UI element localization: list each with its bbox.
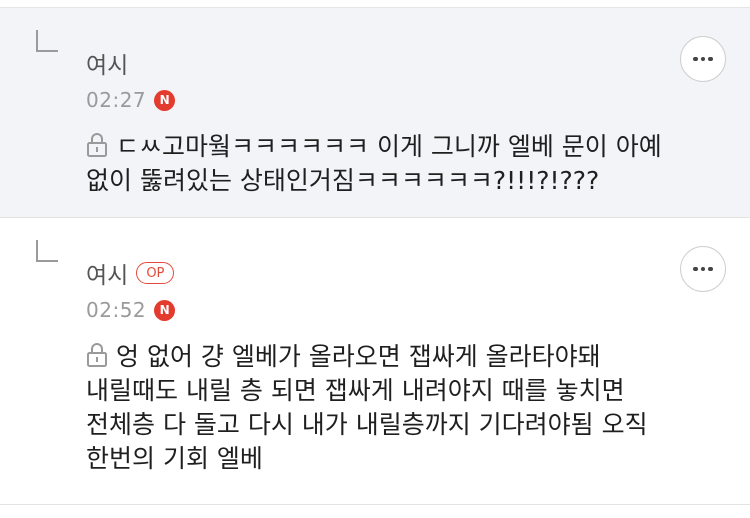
more-options-button[interactable] xyxy=(680,246,726,292)
more-options-button[interactable] xyxy=(680,36,726,82)
top-divider xyxy=(0,0,750,8)
more-dot xyxy=(700,56,706,62)
new-badge-icon: N xyxy=(154,299,176,321)
comment-meta: 02:27 N xyxy=(86,88,176,112)
more-dot xyxy=(693,266,698,272)
reply-arrow-icon xyxy=(36,30,58,52)
comment-author[interactable]: 여시 xyxy=(86,256,128,290)
comment-text: 엉 없어 걍 엘베가 올라오면 잽싸게 올라타야돼 내릴때도 내릴 층 되면 잽… xyxy=(86,342,648,473)
comment-time: 02:27 xyxy=(86,88,147,112)
comment-item: 여시 OP 02:52 N 엉 없어 걍 엘베가 올라오면 잽싸게 올라타야돼 … xyxy=(0,218,750,505)
comment-body: 엉 없어 걍 엘베가 올라오면 잽싸게 올라타야돼 내릴때도 내릴 층 되면 잽… xyxy=(86,340,706,476)
comment-body: ㄷㅆ고마웤ㅋㅋㅋㅋㅋㅋ 이게 그니까 엘베 문이 아예 없이 뚫려있는 상태인거… xyxy=(86,130,706,198)
more-dot xyxy=(708,266,713,272)
reply-arrow-icon xyxy=(36,240,58,262)
comment-author-row: 여시 xyxy=(86,46,128,80)
new-badge-icon: N xyxy=(154,89,176,111)
comment-item: 여시 02:27 N ㄷㅆ고마웤ㅋㅋㅋㅋㅋㅋ 이게 그니까 엘베 문이 아예 없… xyxy=(0,8,750,218)
more-dot xyxy=(693,56,698,62)
comment-author[interactable]: 여시 xyxy=(86,46,128,80)
more-dot xyxy=(700,266,706,272)
comment-meta: 02:52 N xyxy=(86,298,176,322)
comment-time: 02:52 xyxy=(86,298,147,322)
lock-icon xyxy=(87,133,107,157)
lock-icon xyxy=(87,343,107,367)
more-dot xyxy=(708,56,713,62)
comment-text: ㄷㅆ고마웤ㅋㅋㅋㅋㅋㅋ 이게 그니까 엘베 문이 아예 없이 뚫려있는 상태인거… xyxy=(86,132,662,195)
comment-author-row: 여시 OP xyxy=(86,256,175,290)
op-badge: OP xyxy=(136,262,175,284)
